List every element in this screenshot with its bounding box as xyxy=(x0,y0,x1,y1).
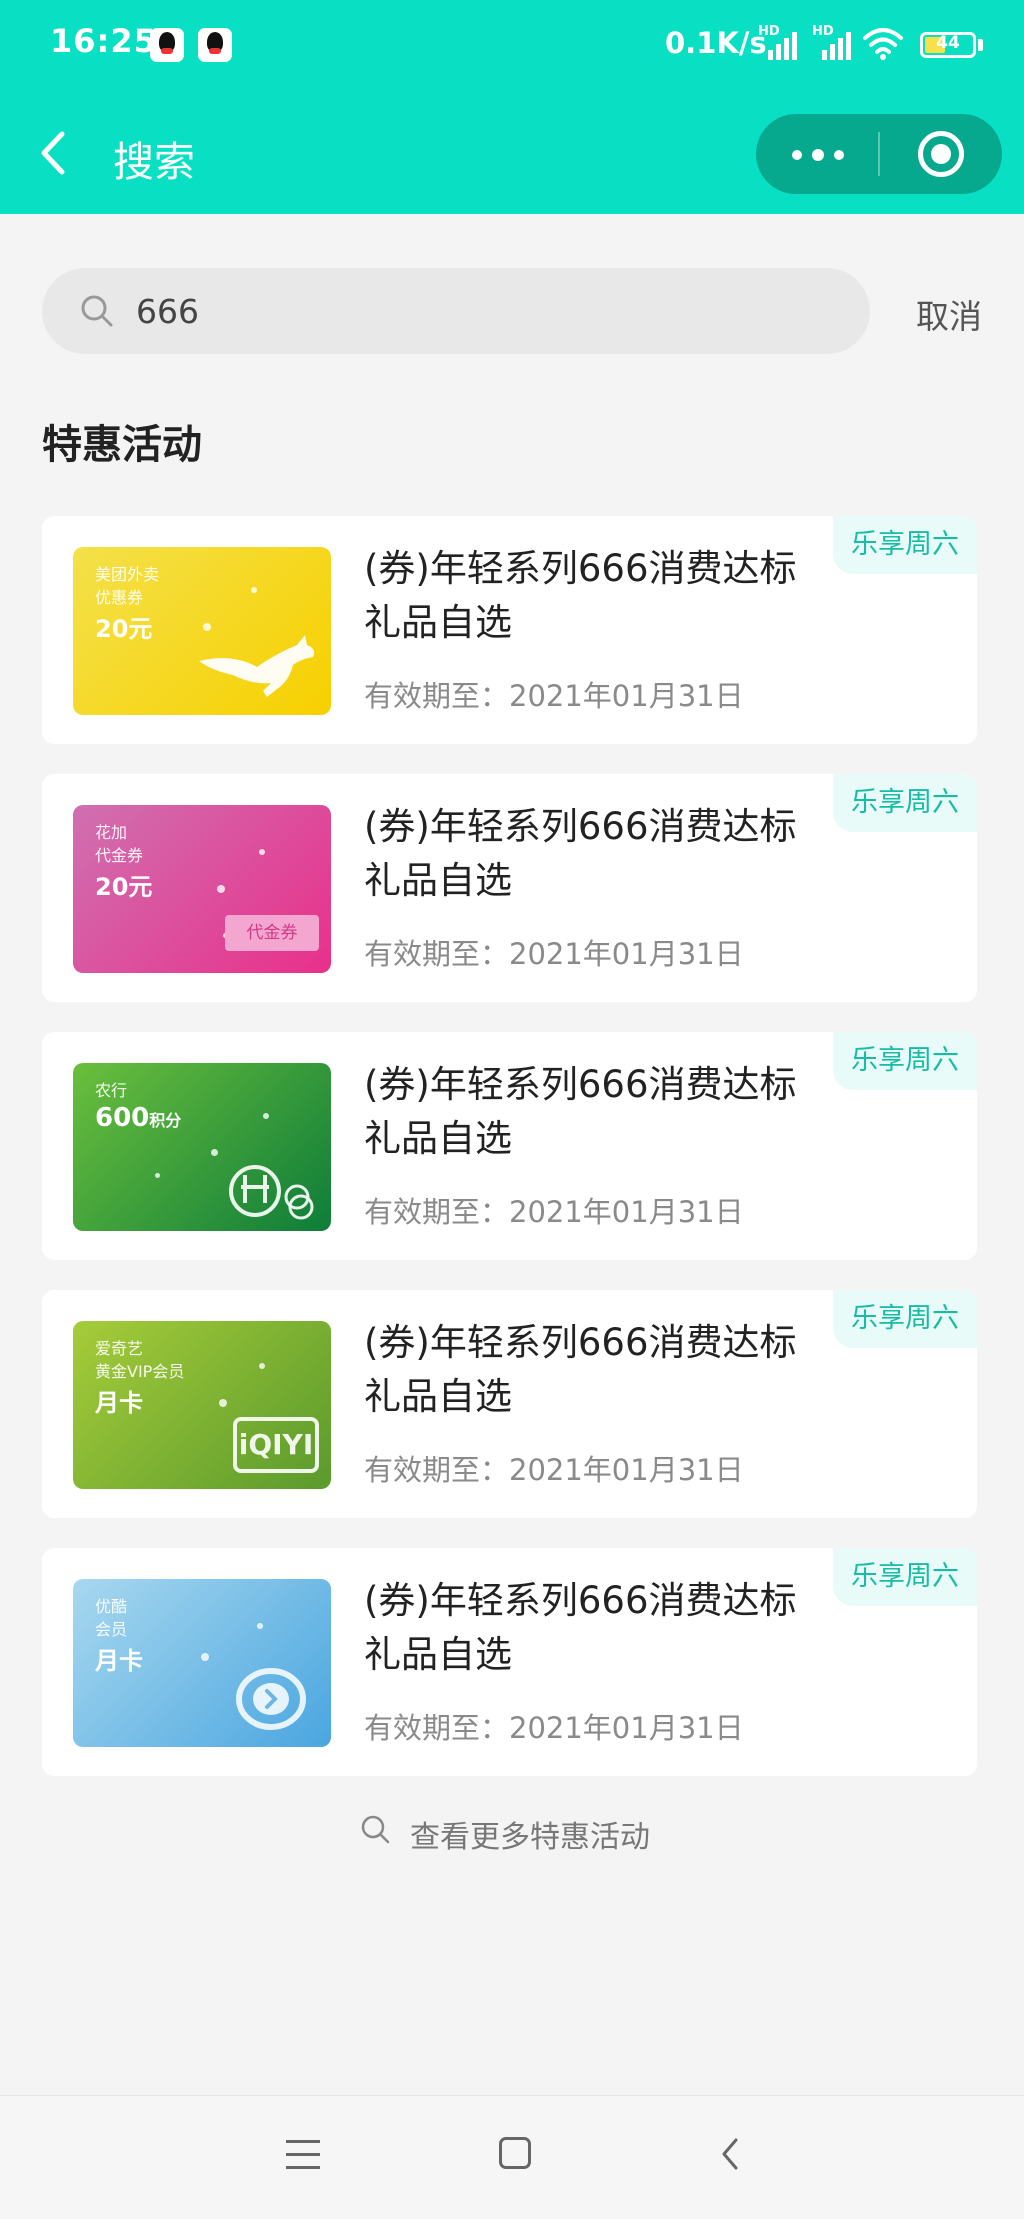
target-icon[interactable] xyxy=(918,131,964,177)
card-expire-date: 有效期至：2021年01月31日 xyxy=(364,1453,744,1487)
coupon-image: 花加 代金券 20元 代金券 xyxy=(73,805,331,973)
card-tag: 乐享周六 xyxy=(833,516,977,574)
card-expire-date: 有效期至：2021年01月31日 xyxy=(364,1195,744,1229)
battery-level: 44 xyxy=(936,33,960,53)
card-expire-date: 有效期至：2021年01月31日 xyxy=(364,1711,744,1745)
search-icon xyxy=(361,1815,390,1844)
status-time: 16:25 xyxy=(50,22,157,60)
kangaroo-icon xyxy=(199,635,315,697)
coupon-image: 农行 600积分 xyxy=(73,1063,331,1231)
card-tag: 乐享周六 xyxy=(833,1032,977,1090)
home-icon[interactable] xyxy=(499,2137,531,2169)
activity-card[interactable]: 优酷 会员 月卡 (券)年轻系列666消费达标礼品自选 有效期至：2021年01月… xyxy=(42,1548,977,1776)
card-title: (券)年轻系列666消费达标礼品自选 xyxy=(364,547,797,644)
miniprogram-capsule xyxy=(756,114,1002,194)
battery-icon: 44 xyxy=(920,32,976,58)
card-tag: 乐享周六 xyxy=(833,774,977,832)
activity-card[interactable]: 农行 600积分 (券)年轻系列666消费达标礼品自选 有效期至：2021年01… xyxy=(42,1032,977,1260)
search-input[interactable] xyxy=(136,282,836,340)
activity-card[interactable]: 美团外卖 优惠券 20元 (券)年轻系列666消费达标礼品自选 有效期至：2021… xyxy=(42,516,977,744)
youku-icon xyxy=(236,1668,306,1730)
card-title: (券)年轻系列666消费达标礼品自选 xyxy=(364,1321,797,1418)
search-icon xyxy=(81,295,113,327)
card-expire-date: 有效期至：2021年01月31日 xyxy=(364,679,744,713)
coupon-image: 优酷 会员 月卡 xyxy=(73,1579,331,1747)
card-title: (券)年轻系列666消费达标礼品自选 xyxy=(364,1063,797,1160)
section-title: 特惠活动 xyxy=(42,422,202,468)
card-title: (券)年轻系列666消费达标礼品自选 xyxy=(364,1579,797,1676)
activity-card[interactable]: 花加 代金券 20元 代金券 (券)年轻系列666消费达标礼品自选 有效期至：20… xyxy=(42,774,977,1002)
search-bar xyxy=(42,268,870,354)
qq-icon xyxy=(150,28,184,62)
signal-icon: HD xyxy=(758,24,798,60)
coupon-image: 美团外卖 优惠券 20元 xyxy=(73,547,331,715)
more-activities-label: 查看更多特惠活动 xyxy=(410,1820,650,1855)
back-icon[interactable] xyxy=(716,2134,746,2174)
coupon-image: 爱奇艺 黄金VIP会员 月卡 iQIYI xyxy=(73,1321,331,1489)
network-speed: 0.1K/s xyxy=(665,26,767,60)
menu-icon[interactable] xyxy=(286,2140,320,2170)
page-title: 搜索 xyxy=(113,138,195,186)
chevron-left-icon[interactable] xyxy=(30,120,90,186)
card-expire-date: 有效期至：2021年01月31日 xyxy=(364,937,744,971)
activity-card[interactable]: 爱奇艺 黄金VIP会员 月卡 iQIYI (券)年轻系列666消费达标礼品自选 有… xyxy=(42,1290,977,1518)
card-tag: 乐享周六 xyxy=(833,1548,977,1606)
card-tag: 乐享周六 xyxy=(833,1290,977,1348)
qq-icon xyxy=(198,28,232,62)
signal-icon: HD xyxy=(812,24,852,60)
wifi-icon xyxy=(863,28,903,60)
system-nav-bar xyxy=(0,2095,1024,2219)
ticket-icon: 代金券 xyxy=(225,915,319,951)
status-bar: 16:25 0.1K/s HD HD 44 xyxy=(0,0,1024,92)
nav-bar: 搜索 xyxy=(0,92,1024,214)
more-dots-icon[interactable] xyxy=(756,114,878,194)
iqiyi-icon: iQIYI xyxy=(233,1417,319,1473)
cancel-button[interactable]: 取消 xyxy=(916,290,982,338)
abc-bank-icon xyxy=(229,1165,314,1220)
card-title: (券)年轻系列666消费达标礼品自选 xyxy=(364,805,797,902)
